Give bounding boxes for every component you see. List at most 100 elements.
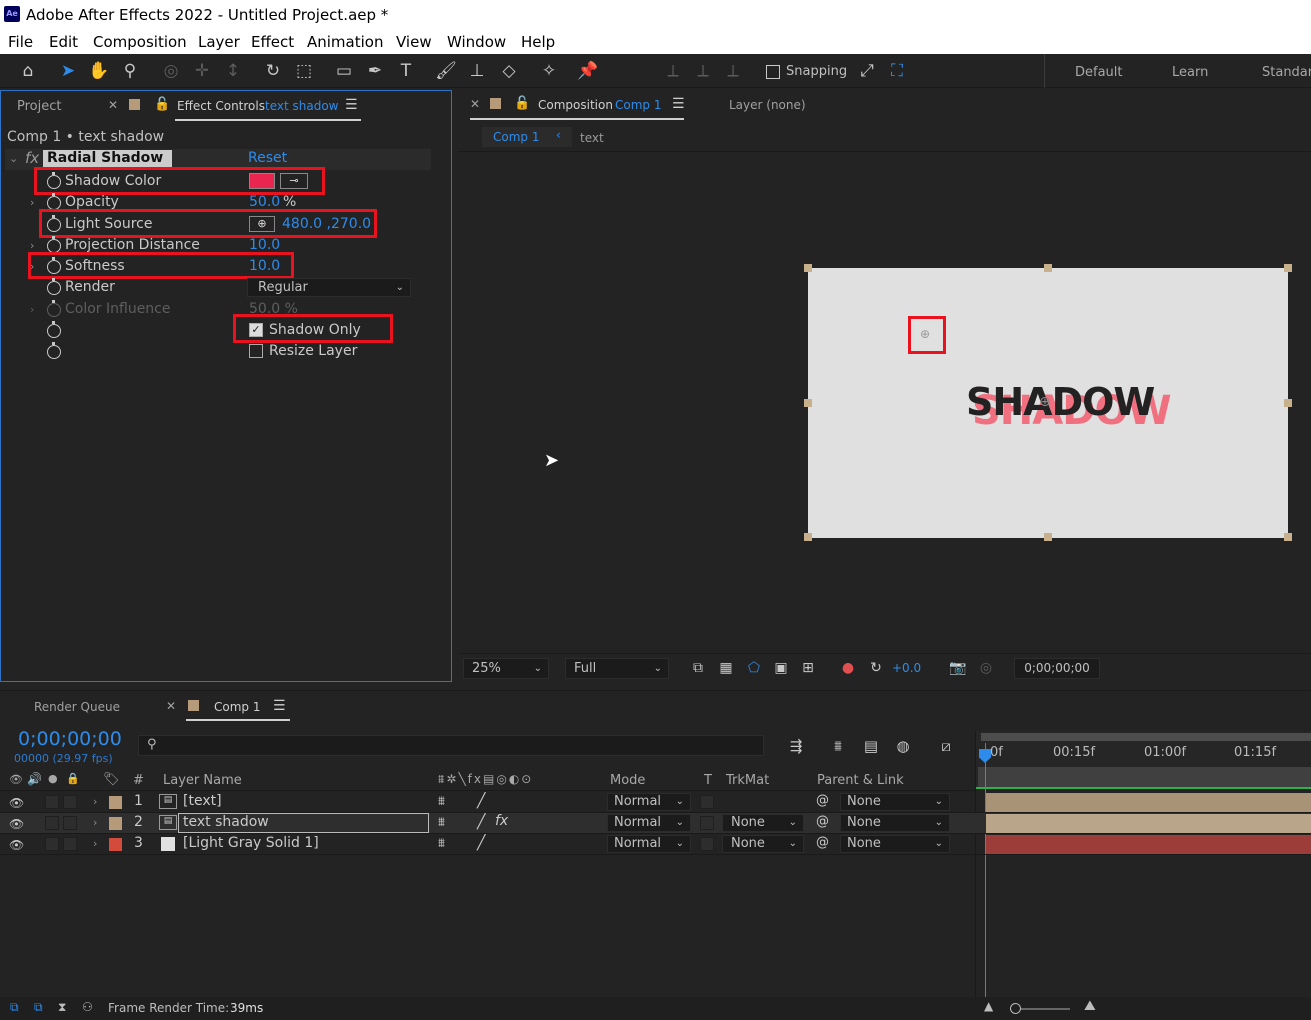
effect-name[interactable]: Radial Shadow — [43, 150, 172, 168]
pan-camera-icon[interactable]: ✛ — [190, 60, 214, 82]
chevron-right-icon[interactable]: › — [30, 239, 34, 252]
table-row[interactable]: 👁 › 1 ▤ [text] ⩩ ╱ Normal ⌄ @ None ⌄ — [0, 792, 1311, 813]
eraser-tool-icon[interactable]: ◇ — [497, 60, 521, 82]
brush-tool-icon[interactable]: 🖌 — [434, 60, 458, 82]
shy-layers-icon[interactable]: ⩩ — [826, 735, 850, 757]
eye-icon[interactable]: 👁 — [9, 796, 24, 810]
fast-previews-icon[interactable]: ⧉ — [686, 657, 710, 679]
stopwatch-icon[interactable] — [47, 193, 61, 210]
layer-duration-bar[interactable] — [986, 793, 1311, 812]
zoom-in-icon[interactable]: ⛰ — [1084, 998, 1096, 1014]
preserve-transparency-switch[interactable] — [700, 837, 714, 851]
eye-icon[interactable]: 👁 — [9, 838, 24, 852]
motion-blur-icon[interactable]: ◍ — [891, 735, 915, 757]
panel-menu-icon[interactable]: ☰ — [345, 97, 358, 113]
zoom-tool-icon[interactable]: ⚲ — [118, 60, 142, 82]
layer-name-editing[interactable]: text shadow — [178, 813, 429, 833]
snap-target-icon[interactable]: ⛶ — [885, 60, 909, 82]
table-row[interactable]: 👁 › 3 [Light Gray Solid 1] ⩩ ╱ Normal ⌄ N… — [0, 834, 1311, 855]
lock-icon[interactable]: 🔓 — [514, 96, 530, 111]
lock-icon[interactable]: 🔓 — [154, 97, 170, 112]
comp-canvas[interactable]: SHADOW SHADOW ⊕ ⊕ — [808, 268, 1288, 538]
graph-editor-icon[interactable]: ⧄ — [934, 735, 958, 757]
lock-switch[interactable] — [63, 816, 77, 830]
tab-composition[interactable]: Composition — [538, 98, 613, 112]
audio-switch-icon[interactable]: 🔊 — [27, 772, 42, 786]
panel-menu-icon[interactable]: ☰ — [672, 96, 685, 112]
stopwatch-icon[interactable] — [47, 342, 61, 359]
quality-switch-icon[interactable]: ╱ — [477, 793, 485, 809]
menu-window[interactable]: Window — [447, 33, 506, 51]
transform-handle[interactable] — [1284, 399, 1292, 407]
solo-switch[interactable] — [45, 837, 59, 851]
exposure-value[interactable]: +0.0 — [892, 661, 921, 675]
playhead[interactable] — [985, 743, 986, 998]
fx-icon[interactable]: fx — [495, 813, 508, 829]
tab-timeline-comp[interactable]: Comp 1 — [214, 700, 260, 714]
comp-flowchart-icon[interactable]: ⇶ — [784, 735, 808, 757]
camera-snapshot-icon[interactable]: 📷 — [946, 657, 970, 679]
resize-layer-checkbox[interactable] — [249, 344, 263, 358]
tab-effect-controls[interactable]: Effect Controls — [177, 99, 265, 113]
tab-project[interactable]: Project — [17, 99, 61, 114]
zoom-dropdown[interactable]: 25% ⌄ — [463, 658, 549, 679]
tab-comp-name[interactable]: Comp 1 — [615, 98, 661, 112]
render-dropdown[interactable]: Regular ⌄ — [247, 278, 411, 297]
chevron-down-icon[interactable]: ⌄ — [9, 152, 18, 165]
eye-icon[interactable]: 👁 — [9, 817, 24, 831]
layer-duration-bar[interactable] — [986, 835, 1311, 854]
axis-view-icon[interactable]: ⟂ — [721, 60, 745, 82]
menu-file[interactable]: File — [8, 33, 33, 51]
layer-name[interactable]: [text] — [183, 793, 222, 809]
mode-dropdown[interactable]: Normal ⌄ — [607, 793, 691, 811]
layer-duration-bar[interactable] — [986, 814, 1311, 833]
mode-dropdown[interactable]: Normal ⌄ — [607, 835, 691, 853]
zoom-out-icon[interactable]: ▲ — [984, 999, 993, 1013]
close-icon[interactable]: ✕ — [166, 699, 176, 713]
parent-dropdown[interactable]: None ⌄ — [840, 835, 950, 853]
menu-layer[interactable]: Layer — [198, 33, 240, 51]
selection-tool-icon[interactable]: ➤ — [56, 60, 80, 82]
roto-brush-icon[interactable]: ✧ — [537, 60, 561, 82]
solo-switch[interactable] — [45, 816, 59, 830]
axis-local-icon[interactable]: ⟂ — [661, 60, 685, 82]
chevron-right-icon[interactable]: › — [30, 303, 34, 316]
pick-whip-icon[interactable]: @ — [816, 793, 829, 808]
close-icon[interactable]: ✕ — [108, 98, 118, 112]
region-of-interest-icon[interactable]: ▣ — [769, 657, 793, 679]
lock-switch[interactable] — [63, 837, 77, 851]
hand-tool-icon[interactable]: ✋ — [87, 60, 111, 82]
dolly-camera-icon[interactable]: ↕ — [221, 60, 245, 82]
preserve-transparency-switch[interactable] — [700, 795, 714, 809]
workspace-standard[interactable]: Standard — [1262, 65, 1311, 80]
label-tag-icon[interactable]: 🏷 — [103, 772, 120, 787]
solo-switch[interactable] — [45, 795, 59, 809]
menu-effect[interactable]: Effect — [251, 33, 294, 51]
zoom-slider-handle[interactable] — [1010, 1003, 1021, 1014]
workspace-default[interactable]: Default — [1075, 65, 1123, 80]
reset-button[interactable]: Reset — [248, 150, 287, 166]
transform-handle[interactable] — [804, 399, 812, 407]
layer-search-input[interactable]: ⚲ — [138, 735, 764, 756]
fx-icon[interactable]: fx — [25, 149, 39, 167]
quality-switch-icon[interactable]: ╱ — [477, 835, 485, 851]
menu-help[interactable]: Help — [521, 33, 555, 51]
parent-header[interactable]: Parent & Link — [817, 773, 904, 788]
tab-render-queue[interactable]: Render Queue — [34, 700, 120, 714]
show-snapshot-icon[interactable]: ◎ — [974, 657, 998, 679]
channel-icon[interactable]: ● — [836, 657, 860, 679]
orbit-camera-icon[interactable]: ◎ — [159, 60, 183, 82]
puppet-pin-icon[interactable]: 📌 — [576, 60, 600, 82]
transform-handle[interactable] — [1044, 533, 1052, 541]
layer-label-color[interactable] — [109, 838, 122, 851]
in-out-icon[interactable]: ⧗ — [58, 1000, 66, 1015]
layer-label-color[interactable] — [109, 796, 122, 809]
layer-switches-icon[interactable]: ⧉ — [10, 1000, 19, 1015]
rectangle-tool-icon[interactable]: ▭ — [332, 60, 356, 82]
mask-visibility-icon[interactable]: ⬠ — [742, 657, 766, 679]
trkmat-header[interactable]: TrkMat — [726, 773, 769, 788]
pan-behind-icon[interactable]: ⬚ — [292, 60, 316, 82]
stopwatch-icon[interactable] — [47, 236, 61, 253]
rotate-tool-icon[interactable]: ↻ — [261, 60, 285, 82]
menu-edit[interactable]: Edit — [49, 33, 78, 51]
